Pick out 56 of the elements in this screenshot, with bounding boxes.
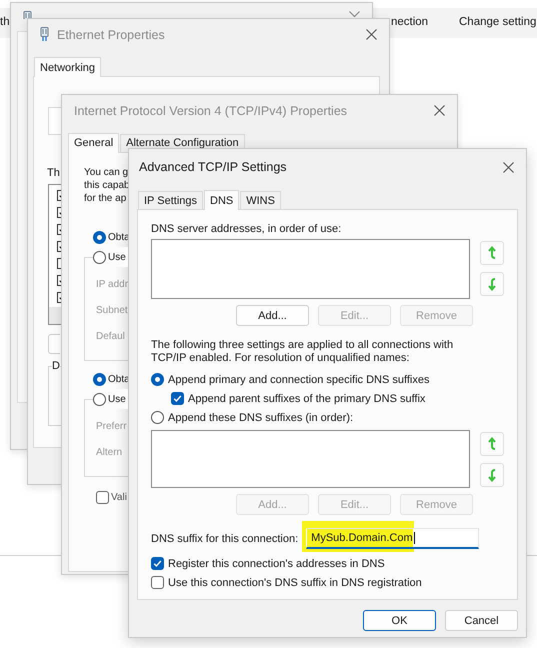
- window-title: Ethernet Properties: [57, 28, 166, 42]
- tab[interactable]: IP Settings: [138, 191, 203, 209]
- server-list[interactable]: [151, 239, 470, 299]
- radio-button[interactable]: [151, 411, 164, 424]
- checkbox[interactable]: [151, 557, 164, 570]
- radio-button[interactable]: [151, 373, 164, 386]
- tab[interactable]: General: [68, 133, 120, 153]
- dialog-button[interactable]: Cancel: [445, 610, 518, 631]
- component-list[interactable]: [48, 184, 61, 325]
- scrollbar[interactable]: [49, 307, 61, 324]
- field-label: Preferr: [96, 420, 127, 434]
- tab[interactable]: Networking: [34, 57, 102, 77]
- arrow-down-icon: [487, 468, 497, 482]
- radio-button[interactable]: [93, 230, 106, 244]
- window-title: Internet Protocol Version 4 (TCP/IPv4) Properties: [74, 104, 348, 118]
- info-text: The following three settings are applied to all connections with TCP/IP enabled. For resolution of unqualified names:: [151, 339, 454, 365]
- dialog-button[interactable]: OK: [363, 610, 436, 631]
- arrow-down-icon: [487, 277, 497, 291]
- checkbox-label: Register this connection's addresses in DNS: [168, 558, 385, 570]
- arrow-up-icon: [487, 246, 497, 260]
- adapter-box: [48, 107, 61, 135]
- suffix-list[interactable]: [151, 430, 470, 488]
- radio-label: Append these DNS suffixes (in order):: [168, 412, 354, 424]
- field-label: Subnet: [96, 304, 128, 318]
- tab[interactable]: DNS: [204, 190, 240, 210]
- input-field[interactable]: MySub.Domain.Com: [306, 528, 480, 549]
- toolbar-command[interactable]: nection: [391, 16, 428, 28]
- radio-label: Use: [108, 394, 126, 404]
- network-plug-icon: [23, 11, 32, 19]
- window-title: Advanced TCP/IP Settings: [139, 160, 288, 174]
- checkbox-label: Append parent suffixes of the primary DNS suffix: [188, 392, 426, 404]
- checkbox[interactable]: [171, 392, 184, 405]
- intro-text: You can g: [84, 166, 128, 179]
- field-label: DNS suffix for this connection:: [151, 532, 298, 544]
- arrow-up-icon: [487, 437, 497, 451]
- radio-button[interactable]: [93, 372, 106, 386]
- checkbox-label: Vali: [111, 492, 127, 503]
- list-label: DNS server addresses, in order of use:: [151, 222, 342, 236]
- radio-label: Append primary and connection specific DNS suffixes: [168, 374, 430, 386]
- network-plug-icon: [40, 27, 49, 42]
- toolbar-command[interactable]: th: [0, 16, 10, 28]
- radio-button[interactable]: [93, 392, 106, 406]
- radio-button[interactable]: [93, 250, 106, 264]
- checkbox-label: Use this connection's DNS suffix in DNS registration: [168, 576, 422, 588]
- checkbox[interactable]: [96, 491, 109, 504]
- field-label: Defaul: [96, 330, 125, 344]
- field-label: Altern: [96, 446, 122, 460]
- field-label: IP addr: [96, 278, 128, 292]
- tab[interactable]: WINS: [240, 191, 281, 209]
- list-label: Th: [47, 167, 60, 179]
- list-button[interactable]: Add...: [236, 305, 309, 326]
- checkbox[interactable]: [151, 576, 164, 589]
- intro-text: for the ap: [84, 192, 126, 205]
- toolbar-command[interactable]: Change setting: [459, 16, 536, 28]
- radio-label: Use: [108, 252, 126, 262]
- group-label: D: [52, 360, 60, 372]
